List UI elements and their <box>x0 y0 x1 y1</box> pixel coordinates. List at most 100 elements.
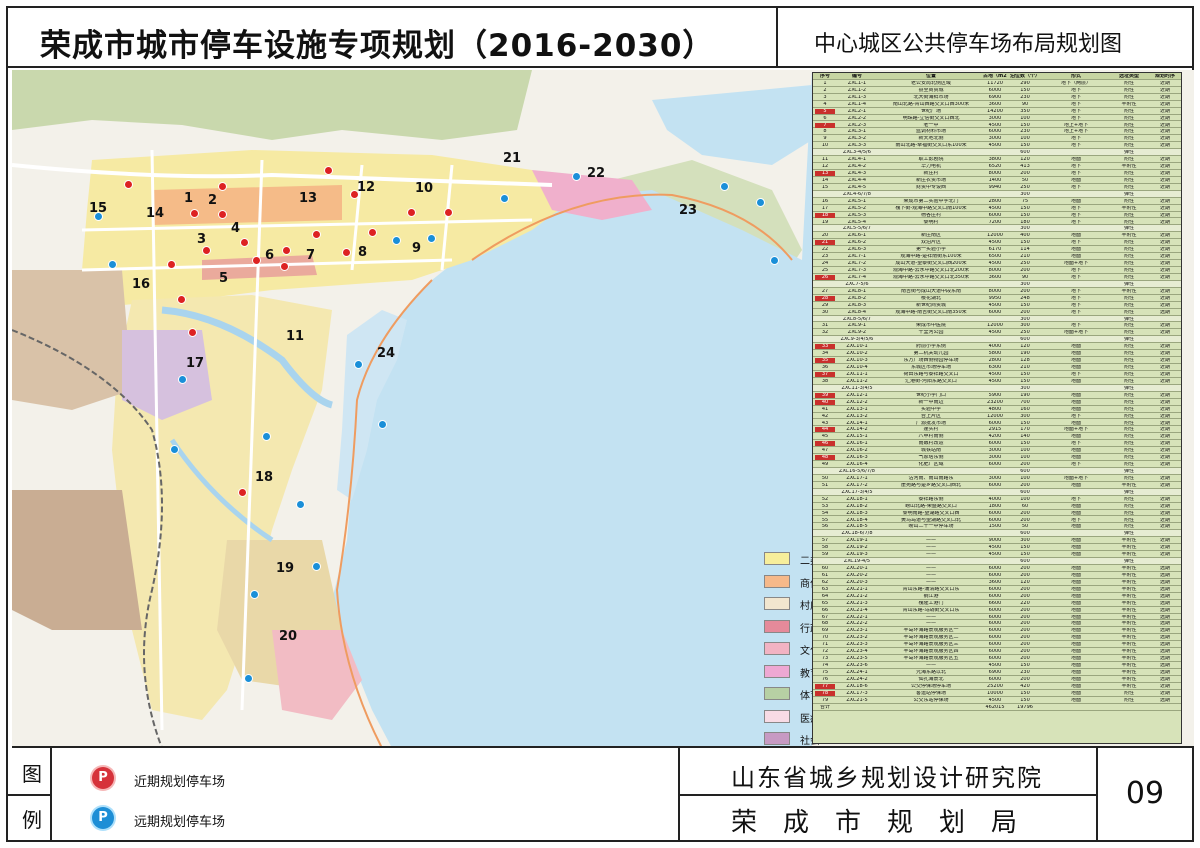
parking-marker-far[interactable] <box>262 432 271 441</box>
table-row: ZXC9-3/4/5/6 600 弹性 <box>813 336 1181 344</box>
parking-marker-far[interactable] <box>756 198 765 207</box>
table-cell: ZXC21-2 <box>846 593 868 599</box>
table-cell: 城铁站南 <box>920 448 941 454</box>
parking-marker-near[interactable] <box>407 208 416 217</box>
table-cell: 附性 <box>1123 129 1134 135</box>
parking-marker-far[interactable] <box>296 500 305 509</box>
table-cell: 近期 <box>1159 378 1170 384</box>
parking-marker-far[interactable] <box>170 445 179 454</box>
table-row: 34 ZXC10-2 第二机关幼儿园 5800 190 地面 附性 近期 <box>813 350 1181 358</box>
table-cell: 近期 <box>1159 80 1170 86</box>
parking-marker-near[interactable] <box>324 166 333 175</box>
parking-marker-near[interactable] <box>218 182 227 191</box>
parking-marker-near[interactable] <box>444 208 453 217</box>
table-cell: 200 <box>1020 268 1030 274</box>
parking-marker-far[interactable] <box>500 194 509 203</box>
table-cell: 10 <box>821 143 829 149</box>
table-cell: ZXC11-2 <box>846 378 868 384</box>
parking-marker-near[interactable] <box>312 230 321 239</box>
table-cell: ZXC2-1 <box>847 108 867 114</box>
table-cell: 180 <box>1020 219 1030 225</box>
parking-marker-near[interactable] <box>342 248 351 257</box>
parking-marker-near[interactable] <box>350 190 359 199</box>
parking-marker-far[interactable] <box>178 375 187 384</box>
table-cell: 地面 <box>1070 455 1081 461</box>
table-cell: 半附性 <box>1121 164 1137 170</box>
table-cell: 地面+地下 <box>1063 261 1089 267</box>
parking-marker-far[interactable] <box>312 562 321 571</box>
table-cell: ZXC9-1 <box>847 323 867 329</box>
parking-marker-far[interactable] <box>392 236 401 245</box>
parking-marker-far[interactable] <box>354 360 363 369</box>
table-cell: 4200 <box>988 434 1002 440</box>
table-cell: 远期 <box>1159 663 1170 669</box>
table-cell: 300 <box>1020 316 1030 322</box>
table-row: 46 ZXC16-1 南嫩村改造 6000 150 地下 附性 近期 <box>813 440 1181 448</box>
parking-marker-near[interactable] <box>202 246 211 255</box>
table-cell: 18 <box>815 212 835 218</box>
table-cell: 新庄农贸市场 <box>915 177 946 183</box>
table-cell: 地下 <box>1070 371 1081 377</box>
table-cell: 弹性 <box>1123 469 1134 474</box>
table-cell: ZXC18-3 <box>846 510 868 516</box>
table-cell: 地下 <box>1070 309 1081 315</box>
land-use-swatch <box>764 687 790 700</box>
parking-marker-far[interactable] <box>770 256 779 265</box>
table-cell: 八甲村南侧 <box>918 434 944 440</box>
zone-label-23: 23 <box>679 203 698 218</box>
table-cell: ZXC18-6/7/8 <box>841 531 873 537</box>
table-cell: —— <box>926 566 936 572</box>
table-cell: 附性 <box>1123 94 1134 100</box>
table-cell: 5900 <box>988 392 1002 398</box>
parking-marker-far[interactable] <box>244 674 253 683</box>
table-row: 38 ZXC11-2 汇港街-河阳东路交叉口 4500 150 地面 附性 近期 <box>813 378 1181 385</box>
parking-marker-near[interactable] <box>218 210 227 219</box>
table-cell: 6900 <box>988 94 1002 100</box>
table-cell: ZXC10-1 <box>846 344 868 350</box>
table-cell: 地上+地下 <box>1063 129 1089 135</box>
parking-marker-far[interactable] <box>250 590 259 599</box>
table-cell: 42 <box>821 413 829 419</box>
parking-marker-far[interactable] <box>572 172 581 181</box>
table-row: 27 ZXC8-1 南吉街与成山大道中段东南 8000 200 地下 半附性 近期 <box>813 288 1181 295</box>
table-cell: 远期 <box>1159 572 1170 578</box>
parking-marker-near[interactable] <box>368 228 377 237</box>
table-cell: 观海中路-云水中路交叉口北350米 <box>892 274 970 280</box>
table-cell: 地面 <box>1070 683 1081 689</box>
parking-marker-far[interactable] <box>378 420 387 429</box>
table-cell: 210 <box>1020 254 1030 260</box>
parking-marker-near[interactable] <box>252 256 261 265</box>
parking-marker-far[interactable] <box>108 260 117 269</box>
parking-marker-near[interactable] <box>240 238 249 247</box>
table-cell: ZXC7-5/6 <box>845 281 869 287</box>
parking-marker-near[interactable] <box>282 246 291 255</box>
parking-marker-far[interactable] <box>94 212 103 221</box>
planning-bureau: 荣成市规划局 <box>730 808 1043 838</box>
near-parking-label: 近期规划停车场 <box>134 775 226 790</box>
parking-marker-near[interactable] <box>188 328 197 337</box>
table-cell: 远期 <box>1159 649 1170 655</box>
parking-marker-near[interactable] <box>177 295 186 304</box>
parking-marker-far[interactable] <box>427 234 436 243</box>
table-cell: 附性 <box>1123 247 1134 253</box>
parking-marker-far[interactable] <box>720 182 729 191</box>
table-cell: 24 <box>821 261 829 267</box>
table-cell: 地下 <box>1070 288 1081 294</box>
parking-marker-near[interactable] <box>124 180 133 189</box>
table-cell: 6000 <box>988 628 1002 634</box>
table-cell: 半附性 <box>1121 607 1137 613</box>
table-cell: 600 <box>1020 531 1030 537</box>
table-cell: 58 <box>821 545 829 551</box>
zone-label-10: 10 <box>415 181 434 196</box>
table-cell: ZXC6-2 <box>847 240 867 246</box>
parking-marker-near[interactable] <box>190 209 199 218</box>
table-row: 75 ZXC24-1 凭海东路以北 6900 230 地面 半附性 远期 <box>813 669 1181 676</box>
table-cell: ZXC19-2 <box>846 545 868 551</box>
parking-marker-near[interactable] <box>238 488 247 497</box>
table-cell: 近期 <box>1159 108 1170 114</box>
footer-divider <box>678 794 1096 796</box>
parking-marker-near[interactable] <box>167 260 176 269</box>
parking-marker-near[interactable] <box>280 262 289 271</box>
table-cell: 近期 <box>1159 496 1170 502</box>
table-cell: —— <box>926 579 936 585</box>
